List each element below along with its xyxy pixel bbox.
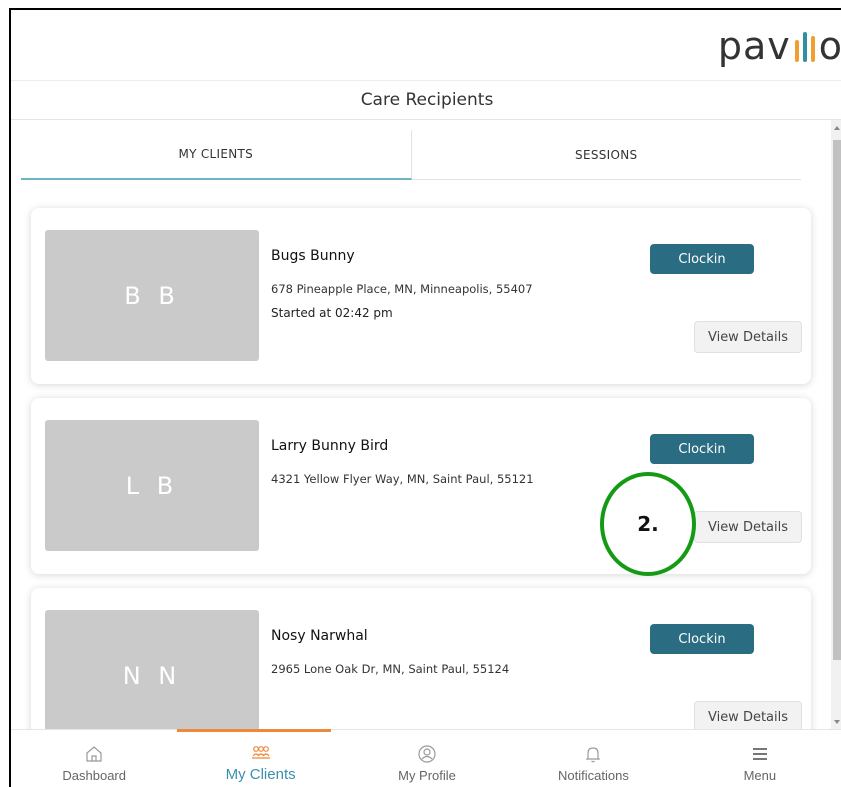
profile-icon [418,745,436,763]
view-details-button[interactable]: View Details [694,321,802,353]
nav-item-menu[interactable]: Menu [677,730,841,787]
avatar: B B [45,230,259,361]
scrollbar-thumb[interactable] [833,140,841,660]
avatar: L B [45,420,259,551]
nav-label: My Profile [398,768,456,783]
menu-icon [752,748,767,760]
client-address: 2965 Lone Oak Dr, MN, Saint Paul, 55124 [271,662,510,676]
scrollbar[interactable] [831,120,841,730]
clockin-button[interactable]: Clockin [650,624,754,654]
view-details-button[interactable]: View Details [694,701,802,730]
app-frame: pav o Care Recipients MY CLIENTS SESSIONS… [9,8,841,787]
top-bar: pav o [11,10,841,81]
bottom-nav: Dashboard My Clients My Profile Notifica… [11,729,841,787]
nav-item-notifications[interactable]: Notifications [510,730,676,787]
nav-label: My Clients [225,766,296,783]
nav-item-dashboard[interactable]: Dashboard [11,730,177,787]
avatar: N N [45,610,259,730]
client-card: L B Larry Bunny Bird 4321 Yellow Flyer W… [31,398,811,574]
nav-label: Dashboard [62,768,126,783]
session-start-time: Started at 02:42 pm [271,306,393,320]
client-name: Bugs Bunny [271,248,355,264]
client-name: Nosy Narwhal [271,628,368,644]
client-address: 678 Pineapple Place, MN, Minneapolis, 55… [271,282,533,296]
clockin-button[interactable]: Clockin [650,244,754,274]
client-address: 4321 Yellow Flyer Way, MN, Saint Paul, 5… [271,472,534,486]
scroll-up-arrow-icon[interactable] [834,126,840,130]
annotation-label: 2. [637,512,659,536]
tab-sessions[interactable]: SESSIONS [411,130,801,180]
pavillio-logo: pav o [718,24,841,71]
client-card: B B Bugs Bunny 678 Pineapple Place, MN, … [31,208,811,384]
annotation-circle: 2. [600,472,696,576]
nav-label: Notifications [558,768,629,783]
tab-bar: MY CLIENTS SESSIONS [21,130,801,180]
nav-item-my-profile[interactable]: My Profile [344,730,510,787]
logo-bars-icon [793,27,817,71]
tab-my-clients[interactable]: MY CLIENTS [21,130,412,180]
nav-label: Menu [743,768,777,783]
client-name: Larry Bunny Bird [271,438,389,454]
page-title: Care Recipients [11,81,841,120]
view-details-button[interactable]: View Details [694,511,802,543]
logo-text-left: pav [717,24,791,68]
scroll-down-arrow-icon[interactable] [834,720,840,724]
clockin-button[interactable]: Clockin [650,434,754,464]
bell-icon [585,747,601,763]
clients-icon [251,746,270,759]
nav-item-my-clients[interactable]: My Clients [177,730,343,787]
home-icon [86,746,102,762]
client-card: N N Nosy Narwhal 2965 Lone Oak Dr, MN, S… [31,588,811,730]
logo-text-right: o [818,24,841,68]
main-content: MY CLIENTS SESSIONS B B Bugs Bunny 678 P… [11,120,829,730]
